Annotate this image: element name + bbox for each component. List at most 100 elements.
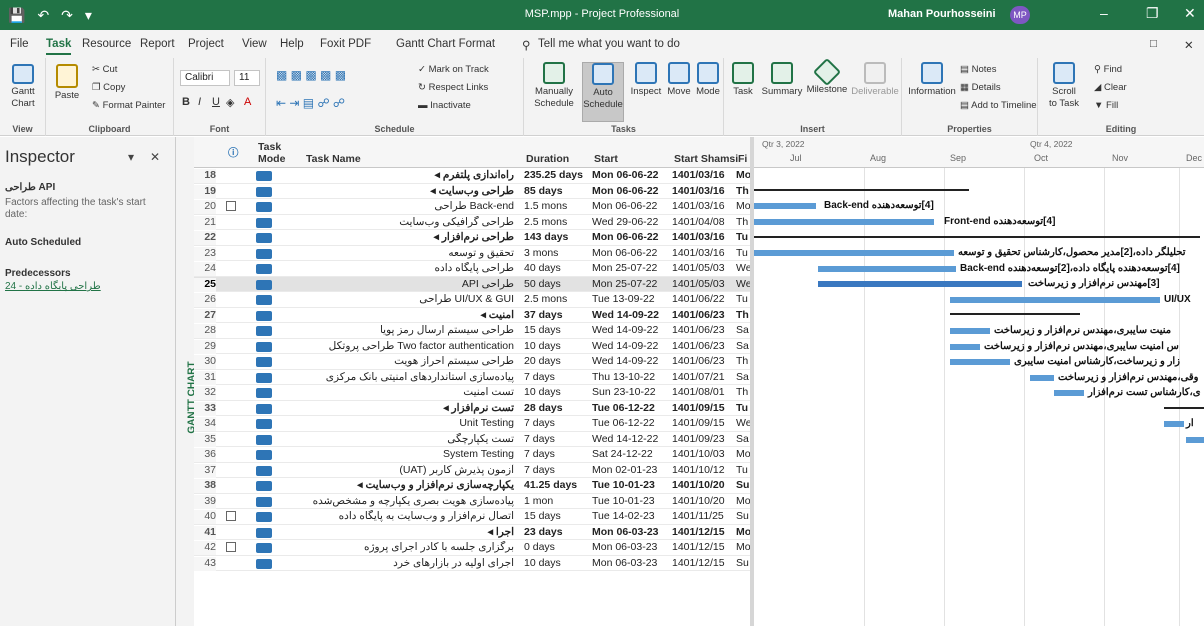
table-row[interactable]: 37 آزمون پذیرش کاربر (UAT) 7 days Mon 02-01… xyxy=(194,463,750,478)
start-cell[interactable]: Mon 06-03-23 xyxy=(592,526,668,538)
finish-cell[interactable]: Mo xyxy=(736,495,750,507)
task-bar-selected[interactable] xyxy=(818,281,1022,287)
col-start[interactable]: Start xyxy=(594,153,618,165)
respect-links-button[interactable]: ↻ Respect Links xyxy=(418,82,488,93)
start-cell[interactable]: Mon 06-03-23 xyxy=(592,557,668,569)
task-mode-icon[interactable] xyxy=(256,403,272,414)
format-painter-button[interactable]: ✎ Format Painter xyxy=(92,100,165,111)
task-mode-icon[interactable] xyxy=(256,186,272,197)
mode-button[interactable]: Mode xyxy=(694,62,722,98)
finish-cell[interactable]: Mo xyxy=(736,526,750,538)
start-cell[interactable]: Wed 14-09-22 xyxy=(592,340,668,352)
task-name-cell[interactable]: پیاده‌سازی استانداردهای امنیتی بانک مرکز… xyxy=(304,371,514,383)
tab-gantt-format[interactable]: Gantt Chart Format xyxy=(396,38,495,50)
table-row[interactable]: 25 طراحی API 50 days Mon 25-07-22 1401/05/03… xyxy=(194,276,750,292)
col-task-name[interactable]: Task Name xyxy=(306,153,361,165)
table-row[interactable]: 34 Unit Testing 7 days Tue 06-12-22 1401/09/… xyxy=(194,416,750,432)
duration-cell[interactable]: 10 days xyxy=(524,340,590,352)
col-start-shamsi[interactable]: Start Shamsi xyxy=(674,153,738,165)
finish-cell[interactable]: Th xyxy=(736,216,750,228)
details-button[interactable]: ▦ Details xyxy=(960,82,1001,93)
tab-resource[interactable]: Resource xyxy=(82,38,131,50)
finish-cell[interactable]: Sa xyxy=(736,340,750,352)
task-mode-icon[interactable] xyxy=(256,326,272,336)
table-row[interactable]: 38 یکپارچه‌سازی نرم‌افزار و وب‌سایت ◂ 41.2… xyxy=(194,478,750,494)
font-color-button[interactable]: A xyxy=(244,96,251,108)
task-name-cell[interactable]: امنیت ◂ xyxy=(304,309,514,321)
table-row[interactable]: 42 برگزاری جلسه با کادر اجرای پروژه 0 days… xyxy=(194,540,750,556)
duration-cell[interactable]: 2.5 mons xyxy=(524,216,590,228)
task-mode-icon[interactable] xyxy=(256,248,272,259)
task-bar[interactable] xyxy=(1186,437,1204,443)
duration-cell[interactable]: 235.25 days xyxy=(524,169,590,181)
inactivate-button[interactable]: ▬ Inactivate xyxy=(418,100,471,111)
duration-cell[interactable]: 37 days xyxy=(524,309,590,321)
task-bar[interactable] xyxy=(950,297,1160,303)
start-shamsi-cell[interactable]: 1401/05/03 xyxy=(672,262,734,274)
finish-cell[interactable]: Sa xyxy=(736,324,750,336)
task-name-cell[interactable]: راه‌اندازی پلتفرم ◂ xyxy=(304,169,514,181)
start-shamsi-cell[interactable]: 1401/12/15 xyxy=(672,557,734,569)
table-row[interactable]: 40 اتصال نرم‌افزار و وب‌سایت به پایگاه دا… xyxy=(194,509,750,525)
mark-on-track-button[interactable]: ✓ Mark on Track xyxy=(418,64,489,75)
start-shamsi-cell[interactable]: 1401/09/15 xyxy=(672,417,734,429)
task-bar[interactable] xyxy=(950,328,990,334)
start-cell[interactable]: Mon 06-06-22 xyxy=(592,231,668,243)
duration-cell[interactable]: 85 days xyxy=(524,185,590,197)
start-shamsi-cell[interactable]: 1401/06/23 xyxy=(672,324,734,336)
duration-cell[interactable]: 10 days xyxy=(524,557,590,569)
task-bar[interactable] xyxy=(950,359,1010,365)
start-shamsi-cell[interactable]: 1401/06/23 xyxy=(672,340,734,352)
clear-button[interactable]: ◢ Clear xyxy=(1094,82,1127,93)
tell-me-input[interactable]: Tell me what you want to do xyxy=(538,38,680,50)
task-mode-icon[interactable] xyxy=(256,496,272,507)
task-name-cell[interactable]: اجرا ◂ xyxy=(304,526,514,538)
table-row[interactable]: 18 راه‌اندازی پلتفرم ◂ 235.25 days Mon 06-0… xyxy=(194,168,750,184)
duration-cell[interactable]: 41.25 days xyxy=(524,479,590,491)
manually-schedule-button[interactable]: Manually Schedule xyxy=(528,62,580,110)
highlight-color-button[interactable]: ◈ xyxy=(226,96,234,109)
gantt-chart-button[interactable]: Gantt Chart xyxy=(6,64,40,110)
start-cell[interactable]: Mon 06-06-22 xyxy=(592,185,668,197)
task-bar[interactable] xyxy=(1030,375,1054,381)
task-name-cell[interactable]: UI/UX & GUI طراحی xyxy=(304,293,514,305)
summary-bar[interactable] xyxy=(754,189,969,191)
duration-cell[interactable]: 7 days xyxy=(524,433,590,445)
start-shamsi-cell[interactable]: 1401/03/16 xyxy=(672,200,734,212)
user-name[interactable]: Mahan Pourhosseini xyxy=(888,8,996,20)
task-mode-icon[interactable] xyxy=(256,171,272,181)
task-mode-icon[interactable] xyxy=(256,279,272,290)
tab-help[interactable]: Help xyxy=(280,38,304,50)
task-mode-icon[interactable] xyxy=(256,310,272,321)
tab-task[interactable]: Task xyxy=(46,38,72,55)
row-id[interactable]: 28 xyxy=(194,324,216,338)
start-shamsi-cell[interactable]: 1401/06/22 xyxy=(672,293,734,305)
start-shamsi-cell[interactable]: 1401/10/20 xyxy=(672,495,734,507)
task-mode-icon[interactable] xyxy=(256,481,272,491)
col-task-mode-2[interactable]: Mode xyxy=(258,153,285,165)
table-row[interactable]: 28 طراحی سیستم ارسال رمز پویا 15 days Wed 1… xyxy=(194,323,750,339)
start-cell[interactable]: Sun 23-10-22 xyxy=(592,386,668,398)
task-name-cell[interactable]: طراحی پایگاه داده xyxy=(304,262,514,274)
task-mode-icon[interactable] xyxy=(256,543,272,553)
duration-cell[interactable]: 7 days xyxy=(524,371,590,383)
task-name-cell[interactable]: طراحی API xyxy=(304,278,514,290)
finish-cell[interactable]: Su xyxy=(736,510,750,522)
close-doc-icon[interactable]: ✕ xyxy=(1184,38,1194,52)
task-name-cell[interactable]: طراحی سیستم ارسال رمز پویا xyxy=(304,324,514,336)
start-cell[interactable]: Mon 06-06-22 xyxy=(592,247,668,259)
start-cell[interactable]: Tue 10-01-23 xyxy=(592,479,668,491)
tab-view[interactable]: View xyxy=(242,38,267,50)
task-bar[interactable] xyxy=(950,344,980,350)
col-duration[interactable]: Duration xyxy=(526,153,569,165)
finish-cell[interactable]: Sa xyxy=(736,371,750,383)
task-name-cell[interactable]: پیاده‌سازی هویت بصری یکپارچه و مشخص‌شده xyxy=(304,495,514,507)
finish-cell[interactable]: Tu xyxy=(736,293,750,305)
percent-complete-icons[interactable]: ▩ ▩ ▩ ▩ ▩ xyxy=(276,68,346,82)
start-cell[interactable]: Mon 02-01-23 xyxy=(592,464,668,476)
task-bar[interactable] xyxy=(1054,390,1084,396)
indicators-icon[interactable]: ⓘ xyxy=(228,145,239,160)
duration-cell[interactable]: 10 days xyxy=(524,386,590,398)
task-name-cell[interactable]: Two factor authentication طراحی پروتکل xyxy=(304,340,514,352)
milestone-button[interactable]: Milestone xyxy=(804,57,850,96)
